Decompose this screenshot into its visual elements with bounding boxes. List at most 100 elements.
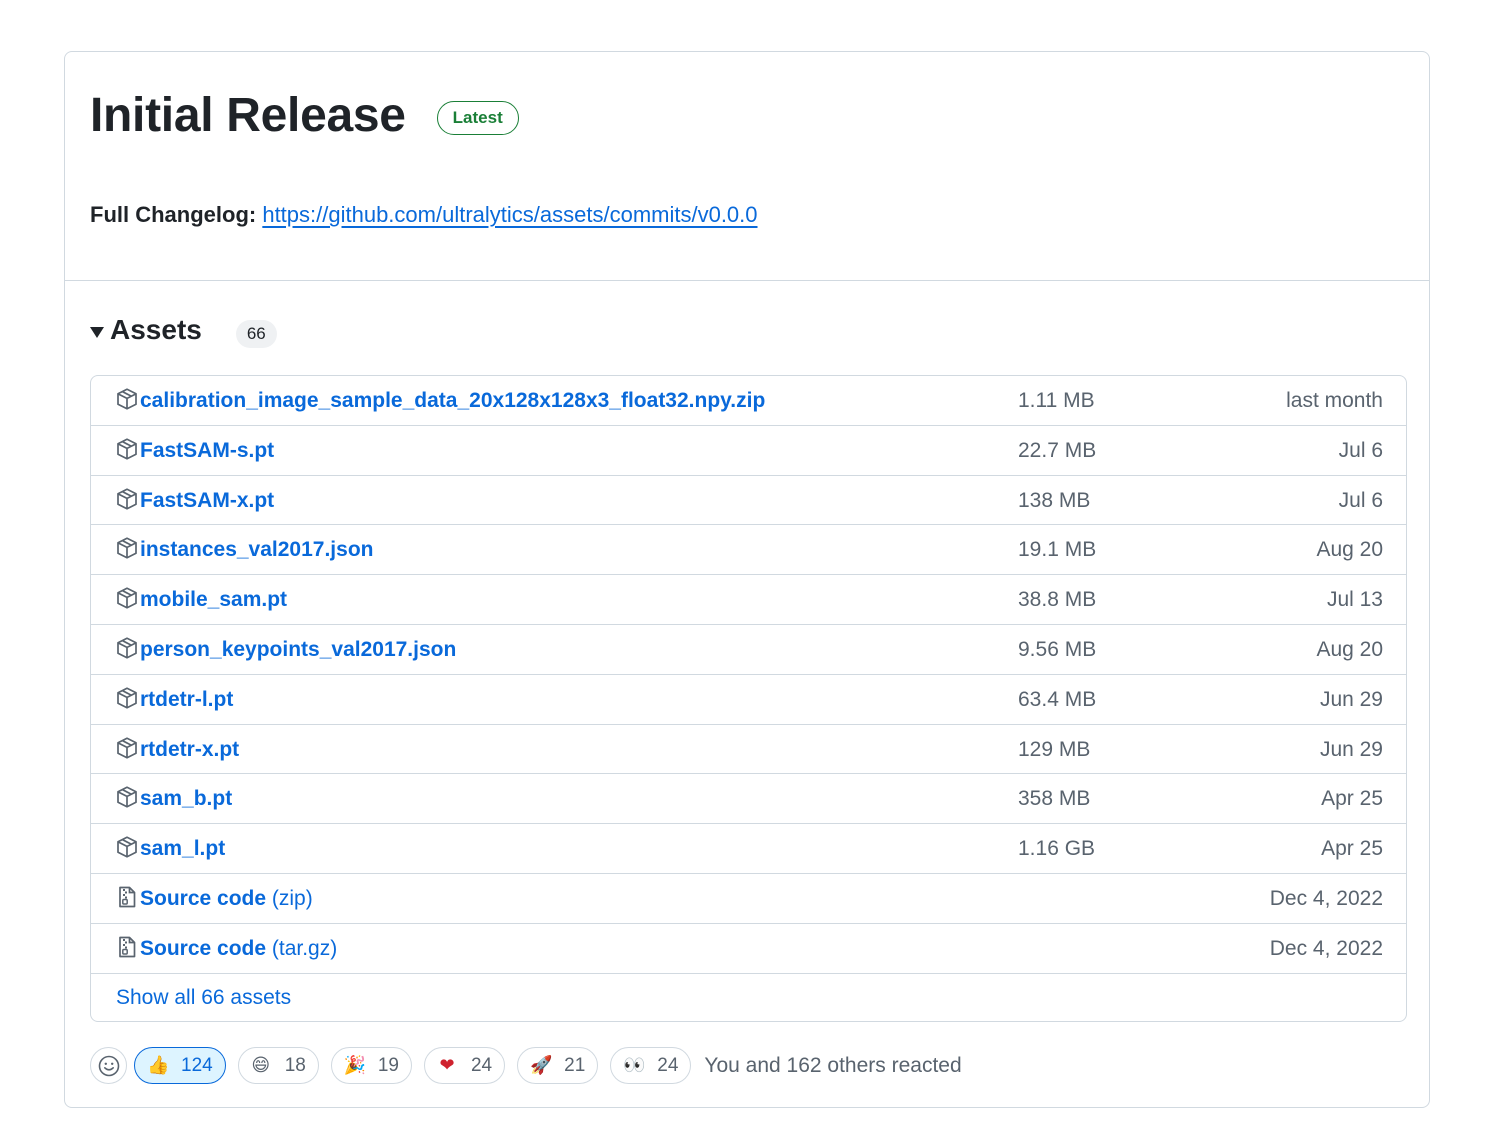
- smiley-icon: [98, 1055, 119, 1076]
- asset-size: 19.1 MB: [1018, 538, 1097, 562]
- asset-link[interactable]: mobile_sam.pt: [140, 587, 287, 613]
- section-divider: [65, 280, 1429, 281]
- asset-name: Source code: [140, 886, 267, 910]
- asset-link[interactable]: rtdetr-l.pt: [140, 687, 233, 713]
- asset-row: Source code (tar.gz) Dec 4, 2022: [91, 924, 1406, 974]
- asset-size: 358 MB: [1018, 787, 1091, 811]
- package-icon: [115, 686, 139, 710]
- changelog-line: Full Changelog: https://github.com/ultra…: [90, 200, 758, 230]
- asset-row: instances_val2017.json 19.1 MB Aug 20: [91, 525, 1406, 576]
- reaction-laugh-button[interactable]: 😄 18: [237, 1047, 319, 1084]
- asset-date: Jul 6: [1338, 488, 1383, 512]
- asset-row: FastSAM-x.pt 138 MB Jul 6: [91, 476, 1406, 526]
- changelog-link[interactable]: https://github.com/ultralytics/assets/co…: [262, 202, 757, 227]
- changelog-label: Full Changelog:: [90, 202, 257, 227]
- asset-name: Source code: [140, 936, 267, 960]
- asset-link[interactable]: person_keypoints_val2017.json: [140, 637, 456, 663]
- asset-row: sam_b.pt 358 MB Apr 25: [91, 774, 1406, 825]
- release-title-row: Initial Release Latest: [90, 86, 519, 146]
- asset-row: rtdetr-l.pt 63.4 MB Jun 29: [91, 675, 1406, 725]
- asset-row: calibration_image_sample_data_20x128x128…: [91, 376, 1406, 426]
- asset-ext: (zip): [266, 886, 313, 910]
- package-icon: [115, 736, 139, 760]
- asset-link[interactable]: calibration_image_sample_data_20x128x128…: [140, 388, 765, 414]
- assets-title: Assets: [110, 314, 202, 345]
- heart-icon: ❤: [439, 1055, 455, 1076]
- asset-date: Apr 25: [1321, 787, 1383, 811]
- asset-date: last month: [1286, 389, 1383, 412]
- reactions-bar: 👍 124 😄 18 🎉 19 ❤ 24 🚀 21 👀 24 You and 162 others re…: [90, 1047, 962, 1084]
- asset-row: Source code (zip) Dec 4, 2022: [91, 874, 1406, 924]
- reaction-count: 24: [470, 1054, 493, 1076]
- caret-down-icon: [90, 326, 104, 338]
- asset-link[interactable]: rtdetr-x.pt: [140, 737, 239, 763]
- reaction-count: 18: [284, 1054, 306, 1076]
- asset-name: sam_b.pt: [140, 787, 233, 811]
- release-title: Initial Release: [90, 89, 406, 142]
- reaction-hooray-button[interactable]: 🎉 19: [330, 1047, 412, 1084]
- asset-name: FastSAM-x.pt: [140, 488, 275, 512]
- file-zip-icon: [115, 935, 139, 959]
- asset-date: Jul 6: [1338, 438, 1383, 462]
- reaction-count: 124: [181, 1054, 213, 1076]
- asset-size: 129 MB: [1018, 737, 1091, 761]
- asset-link[interactable]: sam_l.pt: [140, 836, 225, 862]
- asset-link[interactable]: Source code (zip): [140, 886, 313, 912]
- asset-name: person_keypoints_val2017.json: [140, 637, 457, 661]
- asset-size: 63.4 MB: [1018, 687, 1097, 711]
- reaction-thumbs-up-button[interactable]: 👍 124: [134, 1047, 226, 1084]
- show-all-assets-link[interactable]: Show all 66 assets: [116, 985, 291, 1011]
- asset-ext: (tar.gz): [266, 936, 338, 960]
- assets-toggle[interactable]: Assets 66: [90, 311, 277, 349]
- asset-date: Aug 20: [1316, 538, 1383, 562]
- reactions-summary: You and 162 others reacted: [704, 1053, 962, 1077]
- assets-count-badge: 66: [235, 320, 277, 348]
- reaction-count: 21: [564, 1054, 586, 1076]
- asset-link[interactable]: sam_b.pt: [140, 786, 232, 812]
- package-icon: [115, 487, 139, 511]
- asset-name: mobile_sam.pt: [140, 588, 288, 612]
- reaction-count: 24: [657, 1054, 679, 1076]
- asset-date: Dec 4, 2022: [1269, 936, 1383, 960]
- asset-size: 22.7 MB: [1018, 438, 1097, 462]
- asset-size: 1.11 MB: [1018, 389, 1095, 412]
- asset-name: sam_l.pt: [140, 837, 226, 861]
- asset-name: instances_val2017.json: [140, 538, 374, 562]
- release-card: Initial Release Latest Full Changelog: h…: [64, 51, 1430, 1108]
- reaction-count: 19: [377, 1054, 399, 1076]
- asset-name: calibration_image_sample_data_20x128x128…: [140, 389, 766, 412]
- asset-date: Aug 20: [1316, 637, 1383, 661]
- asset-name: FastSAM-s.pt: [140, 438, 275, 462]
- package-icon: [115, 387, 139, 411]
- file-zip-icon: [115, 885, 139, 909]
- hooray-icon: 🎉: [343, 1055, 367, 1076]
- eyes-icon: 👀: [623, 1055, 646, 1076]
- package-icon: [115, 636, 139, 660]
- add-reaction-button[interactable]: [90, 1047, 127, 1084]
- package-icon: [115, 785, 139, 809]
- asset-name: rtdetr-x.pt: [140, 737, 240, 761]
- asset-size: 1.16 GB: [1018, 837, 1096, 861]
- asset-link[interactable]: FastSAM-s.pt: [140, 438, 274, 464]
- asset-size: 38.8 MB: [1018, 588, 1097, 612]
- asset-row: FastSAM-s.pt 22.7 MB Jul 6: [91, 426, 1406, 476]
- reaction-heart-button[interactable]: ❤ 24: [423, 1047, 506, 1084]
- rocket-icon: 🚀: [530, 1055, 553, 1076]
- asset-name: rtdetr-l.pt: [140, 687, 234, 711]
- package-icon: [115, 437, 139, 461]
- asset-link[interactable]: Source code (tar.gz): [140, 936, 337, 962]
- asset-date: Jun 29: [1319, 687, 1383, 711]
- asset-link[interactable]: instances_val2017.json: [140, 537, 373, 563]
- asset-date: Jun 29: [1319, 737, 1383, 761]
- latest-badge: Latest: [436, 101, 519, 135]
- laugh-icon: 😄: [251, 1055, 271, 1076]
- package-icon: [115, 586, 139, 610]
- package-icon: [115, 835, 139, 859]
- asset-row: person_keypoints_val2017.json 9.56 MB Aug …: [91, 625, 1406, 675]
- asset-row: sam_l.pt 1.16 GB Apr 25: [91, 824, 1406, 874]
- reaction-eyes-button[interactable]: 👀 24: [610, 1047, 692, 1084]
- asset-link[interactable]: FastSAM-x.pt: [140, 488, 274, 514]
- asset-date: Dec 4, 2022: [1269, 886, 1383, 910]
- reaction-rocket-button[interactable]: 🚀 21: [517, 1047, 599, 1084]
- assets-list: calibration_image_sample_data_20x128x128…: [90, 375, 1407, 1022]
